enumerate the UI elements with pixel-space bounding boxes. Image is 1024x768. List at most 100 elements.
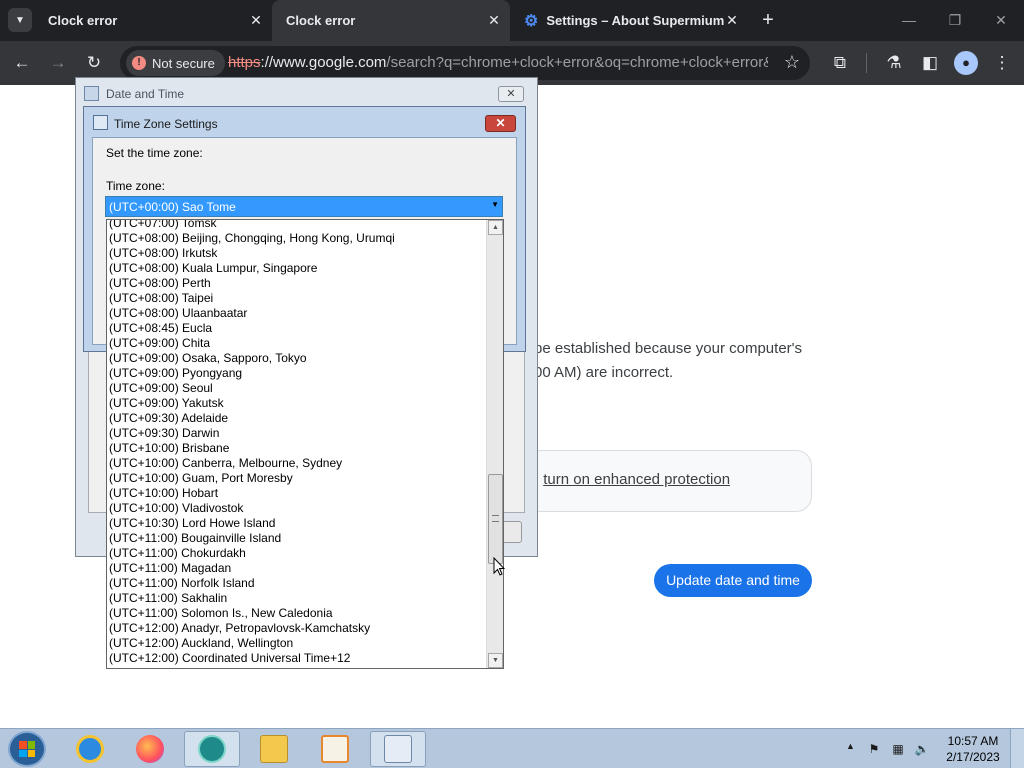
time-zone-option[interactable]: (UTC+11:00) Magadan bbox=[107, 561, 488, 576]
taskbar-clock[interactable]: 10:57 AM 2/17/2023 bbox=[944, 733, 1002, 765]
time-zone-label: Time zone: bbox=[106, 179, 165, 193]
time-zone-option[interactable]: (UTC+11:00) Bougainville Island bbox=[107, 531, 488, 546]
taskbar-internet-explorer[interactable] bbox=[62, 731, 118, 767]
time-zone-option[interactable]: (UTC+08:45) Eucla bbox=[107, 321, 488, 336]
time-zone-selected-value: (UTC+00:00) Sao Tome bbox=[109, 200, 236, 214]
error-line: be established because your computer's bbox=[534, 340, 803, 357]
bookmark-star-icon[interactable]: ☆ bbox=[784, 52, 800, 73]
time-zone-option[interactable]: (UTC+12:00) Auckland, Wellington bbox=[107, 636, 488, 651]
time-zone-option[interactable]: (UTC+12:00) Anadyr, Petropavlovsk-Kamcha… bbox=[107, 621, 488, 636]
minimize-button[interactable]: — bbox=[897, 8, 921, 32]
time-zone-option[interactable]: (UTC+11:00) Chokurdakh bbox=[107, 546, 488, 561]
time-zone-option[interactable]: (UTC+10:30) Lord Howe Island bbox=[107, 516, 488, 531]
time-zone-option[interactable]: (UTC+10:00) Vladivostok bbox=[107, 501, 488, 516]
url-host: ://www.google.com bbox=[260, 54, 387, 71]
windows-logo-icon bbox=[19, 741, 35, 757]
dialog-titlebar[interactable]: Date and Time ✕ bbox=[76, 78, 537, 108]
dropdown-scrollbar[interactable]: ▲ ▼ bbox=[486, 220, 503, 668]
time-zone-option[interactable]: (UTC+07:00) Tomsk bbox=[107, 220, 488, 231]
forward-arrow-icon[interactable]: → bbox=[46, 51, 70, 75]
tab-close-icon[interactable]: ✕ bbox=[248, 12, 264, 28]
show-desktop-button[interactable] bbox=[1010, 729, 1024, 768]
action-center-flag-icon[interactable]: ⚑ bbox=[866, 741, 882, 757]
address-bar[interactable]: ! Not secure https://www.google.com/sear… bbox=[120, 46, 810, 80]
taskbar-date-and-time[interactable] bbox=[370, 731, 426, 767]
security-chip[interactable]: ! Not secure bbox=[126, 50, 225, 76]
network-icon[interactable]: ▦ bbox=[890, 741, 906, 757]
clock-time: 10:57 AM bbox=[947, 734, 999, 748]
time-zone-option[interactable]: (UTC+12:00) Fiji bbox=[107, 666, 488, 668]
warning-icon: ! bbox=[132, 56, 146, 70]
taskbar-media-player[interactable] bbox=[307, 731, 363, 767]
error-message: be established because your computer's 0… bbox=[534, 337, 824, 385]
time-zone-select[interactable]: (UTC+00:00) Sao Tome ▼ bbox=[105, 196, 503, 217]
tray-expand-arrow-icon[interactable]: ▲ bbox=[846, 741, 855, 751]
time-zone-option[interactable]: (UTC+08:00) Kuala Lumpur, Singapore bbox=[107, 261, 488, 276]
tab-clock-error-2[interactable]: Clock error ✕ bbox=[272, 0, 510, 41]
scroll-up-arrow-icon[interactable]: ▲ bbox=[488, 220, 503, 235]
taskbar-firefox[interactable] bbox=[122, 731, 178, 767]
error-line: 00 AM) are incorrect. bbox=[534, 364, 674, 381]
firefox-icon bbox=[136, 735, 164, 763]
time-zone-options: (UTC+07:00) Tomsk (UTC+08:00) Beijing, Ch… bbox=[107, 220, 488, 668]
dialog-close-button[interactable]: ✕ bbox=[485, 115, 516, 132]
time-zone-option[interactable]: (UTC+09:30) Adelaide bbox=[107, 411, 488, 426]
new-tab-button[interactable]: + bbox=[758, 8, 778, 32]
url-text[interactable]: https://www.google.com/search?q=chrome+c… bbox=[228, 54, 768, 71]
folder-icon bbox=[260, 735, 288, 763]
dropdown-arrow-icon[interactable]: ▼ bbox=[491, 200, 499, 209]
time-zone-option[interactable]: (UTC+09:30) Darwin bbox=[107, 426, 488, 441]
time-zone-option[interactable]: (UTC+08:00) Perth bbox=[107, 276, 488, 291]
toolbar-divider bbox=[866, 53, 867, 73]
taskbar-supermium[interactable] bbox=[184, 731, 240, 767]
time-zone-option[interactable]: (UTC+09:00) Osaka, Sapporo, Tokyo bbox=[107, 351, 488, 366]
tab-close-icon[interactable]: ✕ bbox=[486, 12, 502, 28]
time-zone-option[interactable]: (UTC+10:00) Guam, Port Moresby bbox=[107, 471, 488, 486]
time-zone-option[interactable]: (UTC+10:00) Hobart bbox=[107, 486, 488, 501]
calendar-icon bbox=[93, 115, 108, 130]
time-zone-option[interactable]: (UTC+08:00) Irkutsk bbox=[107, 246, 488, 261]
time-zone-dropdown-list[interactable]: (UTC+07:00) Tomsk (UTC+08:00) Beijing, Ch… bbox=[106, 219, 504, 669]
time-zone-option[interactable]: (UTC+09:00) Seoul bbox=[107, 381, 488, 396]
profile-avatar-icon[interactable]: ● bbox=[954, 51, 978, 75]
dialog-title: Date and Time bbox=[106, 87, 185, 101]
time-zone-option[interactable]: (UTC+09:00) Chita bbox=[107, 336, 488, 351]
supermium-icon bbox=[198, 735, 226, 763]
window-close-button[interactable]: ✕ bbox=[989, 8, 1013, 32]
time-zone-option[interactable]: (UTC+08:00) Taipei bbox=[107, 291, 488, 306]
time-zone-option[interactable]: (UTC+10:00) Canberra, Melbourne, Sydney bbox=[107, 456, 488, 471]
maximize-button[interactable]: ❐ bbox=[943, 8, 967, 32]
more-menu-icon[interactable]: ⋮ bbox=[990, 51, 1014, 75]
time-zone-option[interactable]: (UTC+09:00) Pyongyang bbox=[107, 366, 488, 381]
extensions-icon[interactable]: ⧉ bbox=[828, 51, 852, 75]
scroll-down-arrow-icon[interactable]: ▼ bbox=[488, 653, 503, 668]
reload-icon[interactable]: ↻ bbox=[82, 51, 106, 75]
tab-settings-about[interactable]: ⚙ Settings – About Supermium ✕ bbox=[510, 0, 748, 41]
tab-clock-error-1[interactable]: Clock error ✕ bbox=[36, 0, 272, 41]
tab-search-button[interactable]: ▼ bbox=[8, 8, 32, 32]
time-zone-option[interactable]: (UTC+11:00) Solomon Is., New Caledonia bbox=[107, 606, 488, 621]
back-arrow-icon[interactable]: ← bbox=[10, 51, 34, 75]
update-date-time-button[interactable]: Update date and time bbox=[654, 564, 812, 597]
time-zone-option[interactable]: (UTC+08:00) Ulaanbaatar bbox=[107, 306, 488, 321]
time-zone-option[interactable]: (UTC+09:00) Yakutsk bbox=[107, 396, 488, 411]
scrollbar-thumb[interactable] bbox=[488, 474, 503, 564]
time-zone-option[interactable]: (UTC+08:00) Beijing, Chongqing, Hong Kon… bbox=[107, 231, 488, 246]
dialog-title: Time Zone Settings bbox=[114, 117, 218, 131]
time-zone-option[interactable]: (UTC+10:00) Brisbane bbox=[107, 441, 488, 456]
start-button[interactable] bbox=[8, 731, 46, 767]
dialog-close-button[interactable]: ✕ bbox=[498, 86, 524, 102]
dialog-titlebar[interactable]: Time Zone Settings ✕ bbox=[84, 107, 525, 137]
enhanced-protection-link[interactable]: turn on enhanced protection bbox=[543, 471, 730, 488]
protection-text: ity, turn on enhanced protection bbox=[521, 471, 730, 488]
volume-muted-icon[interactable]: 🔈 bbox=[914, 741, 930, 757]
labs-flask-icon[interactable]: ⚗ bbox=[882, 51, 906, 75]
side-panel-icon[interactable]: ◧ bbox=[918, 51, 942, 75]
time-zone-option[interactable]: (UTC+11:00) Norfolk Island bbox=[107, 576, 488, 591]
calendar-icon bbox=[384, 735, 412, 763]
mouse-pointer-icon bbox=[493, 557, 505, 576]
taskbar-file-explorer[interactable] bbox=[246, 731, 302, 767]
time-zone-option[interactable]: (UTC+11:00) Sakhalin bbox=[107, 591, 488, 606]
tab-close-icon[interactable]: ✕ bbox=[724, 12, 740, 28]
time-zone-option[interactable]: (UTC+12:00) Coordinated Universal Time+1… bbox=[107, 651, 488, 666]
